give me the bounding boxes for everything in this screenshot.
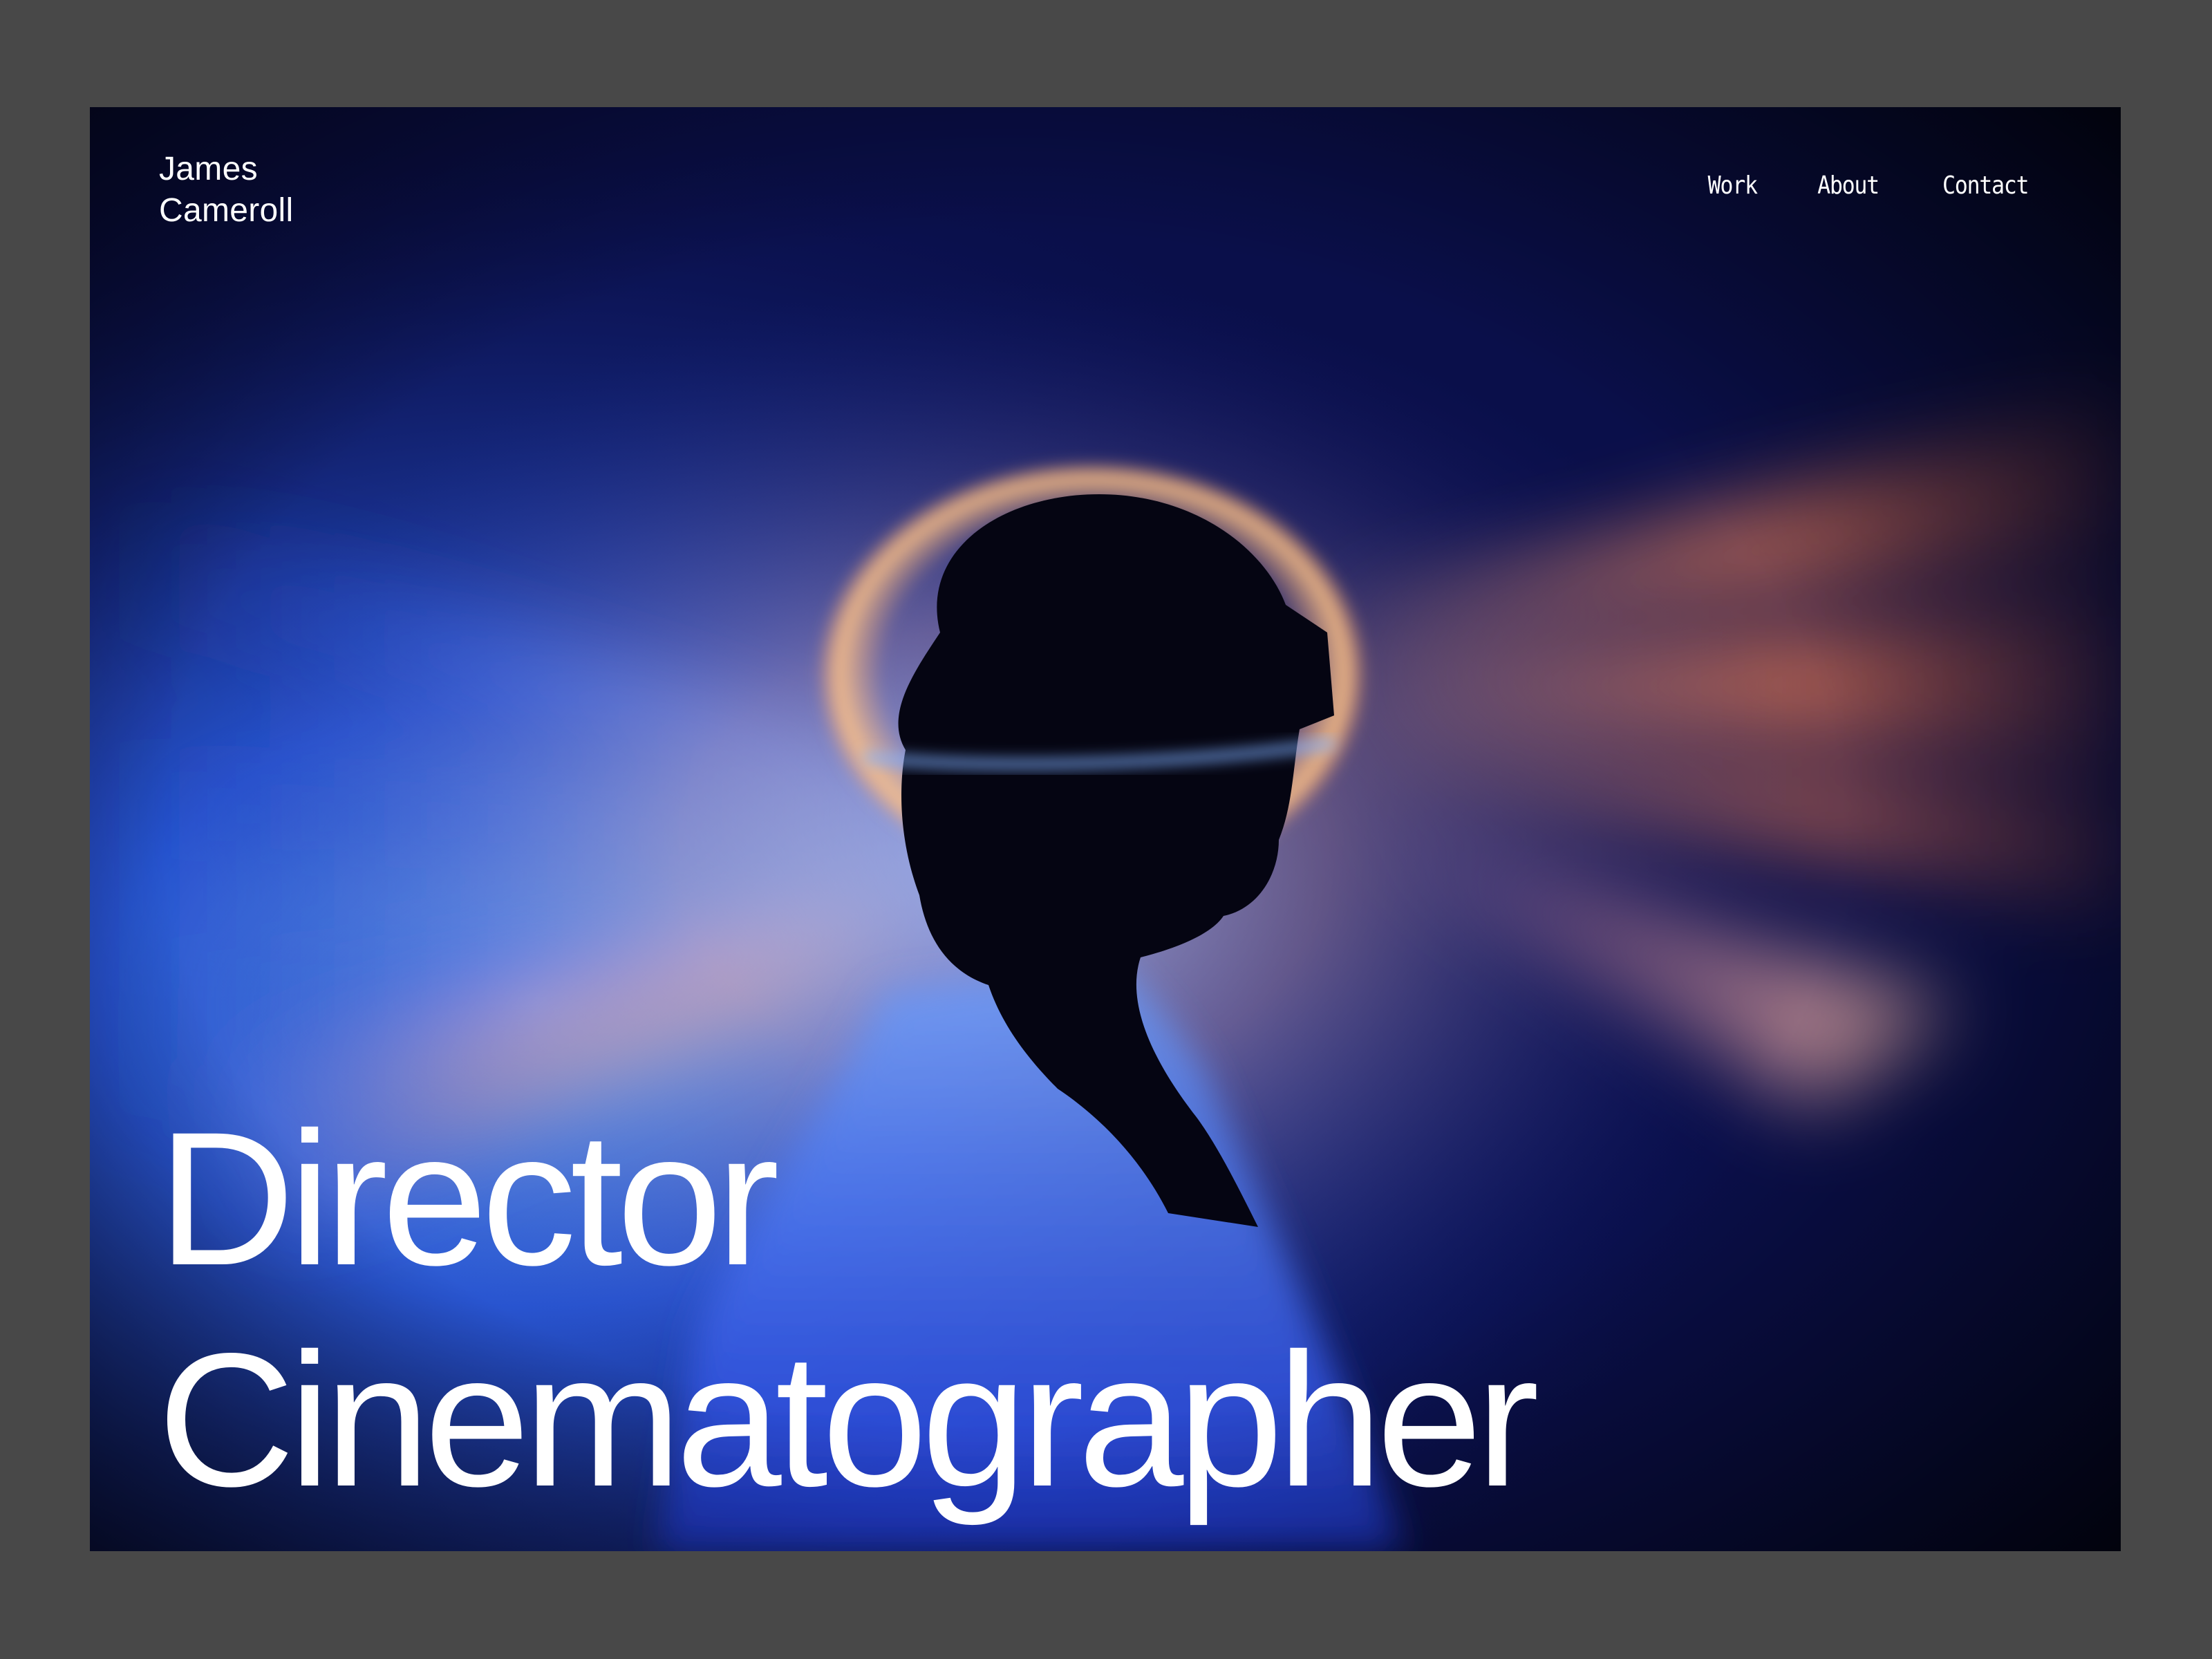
hero-frame: James Cameroll Work About Contact Direct… <box>90 107 2121 1551</box>
headline-director: Director <box>158 1093 780 1305</box>
nav-link-work[interactable]: Work <box>1708 172 1758 200</box>
site-brand[interactable]: James Cameroll <box>159 149 435 232</box>
brand-line-last: Cameroll <box>159 192 294 229</box>
nav-link-contact[interactable]: Contact <box>1942 172 2030 200</box>
brand-line-first: James <box>159 151 258 187</box>
hero-headline: Director Cinematographer <box>158 1089 1539 1531</box>
headline-cinematographer: Cinematographer <box>158 1314 1539 1526</box>
nav-link-about[interactable]: About <box>1817 172 1880 200</box>
main-nav: Work About Contact <box>1701 172 2030 200</box>
